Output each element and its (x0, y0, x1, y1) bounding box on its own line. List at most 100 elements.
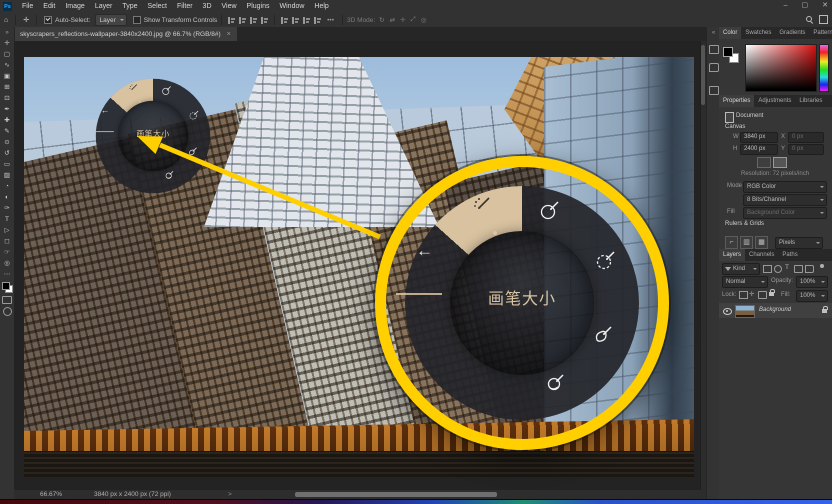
menu-view[interactable]: View (217, 0, 242, 13)
distribute-1-icon[interactable] (281, 17, 288, 24)
opacity-value[interactable]: 100% (796, 276, 828, 288)
hand-tool[interactable]: ☞ (4, 247, 10, 258)
brush-size-icon[interactable] (161, 85, 172, 96)
horizontal-scrollbar-thumb[interactable] (295, 492, 497, 497)
filter-type-layers-icon[interactable]: T (785, 264, 789, 271)
shape-tool[interactable]: ◻ (4, 236, 9, 247)
layer-thumbnail[interactable] (735, 305, 755, 318)
grid-toggle-button[interactable]: ▦ (755, 236, 768, 249)
move-tool-icon[interactable]: ✛ (23, 16, 29, 24)
move-tool[interactable]: ✛ (4, 38, 9, 49)
more-options-icon[interactable]: ••• (327, 17, 334, 24)
marquee-tool[interactable]: ▢ (4, 49, 10, 60)
zoom-tool[interactable]: ◎ (4, 258, 10, 269)
path-selection-tool[interactable]: ▷ (5, 225, 10, 236)
collapse-tools-icon[interactable]: » (5, 30, 8, 36)
dodge-tool[interactable]: ◐ (5, 192, 9, 203)
menu-image[interactable]: Image (60, 0, 89, 13)
show-transform-checkbox[interactable] (133, 16, 141, 24)
brush-tool[interactable]: ✎ (4, 126, 9, 137)
lock-all-icon[interactable] (769, 292, 774, 296)
tab-layers[interactable]: Layers (719, 249, 745, 261)
type-tool[interactable]: T (5, 214, 9, 225)
menu-type[interactable]: Type (117, 0, 142, 13)
3d-mode-icon-1[interactable]: ↻ (379, 16, 384, 24)
auto-select-checkbox[interactable] (44, 16, 52, 24)
back-arrow-icon[interactable]: ← (416, 241, 433, 261)
more-tools-icon[interactable]: ⋯ (4, 269, 11, 280)
lock-pixels-icon[interactable]: ✛ (749, 290, 754, 298)
menu-select[interactable]: Select (143, 0, 172, 13)
filter-smart-objects-icon[interactable] (805, 265, 814, 273)
blur-tool[interactable]: ◔ (5, 181, 9, 192)
close-button[interactable]: ✕ (822, 0, 828, 12)
fill-value[interactable]: 100% (796, 290, 828, 302)
frame-tool[interactable]: ⊡ (4, 93, 9, 104)
brush-size-icon[interactable] (539, 199, 561, 221)
brush-sparkle-icon[interactable] (128, 83, 139, 94)
x-field[interactable]: 0 px (788, 132, 824, 143)
fill-select[interactable]: Background Color (743, 207, 827, 219)
tab-patterns[interactable]: Patterns (809, 27, 832, 39)
tab-channels[interactable]: Channels (745, 249, 778, 261)
history-panel-icon[interactable] (709, 86, 719, 95)
quick-mask-icon[interactable] (2, 296, 12, 304)
canvas-section-header[interactable]: Canvas (725, 124, 745, 130)
brush-hardness-icon[interactable] (189, 110, 200, 121)
menu-file[interactable]: File (17, 0, 38, 13)
brush-opacity-icon[interactable] (164, 169, 175, 180)
color-gradient-field[interactable] (745, 44, 817, 92)
lock-transparency-icon[interactable] (739, 291, 748, 299)
3d-mode-icon-2[interactable]: ⇄ (390, 16, 395, 24)
lasso-tool[interactable]: ∿ (4, 60, 9, 71)
layer-row-background[interactable]: Background (719, 303, 832, 318)
gradient-tool[interactable]: ▨ (4, 170, 10, 181)
vertical-scrollbar-thumb[interactable] (701, 45, 705, 105)
foreground-color-swatch[interactable] (723, 47, 733, 57)
brush-hardness-icon[interactable] (595, 249, 617, 271)
brush-sparkle-icon[interactable] (471, 194, 493, 216)
expand-panels-icon[interactable]: « (712, 30, 715, 36)
eyedropper-tool[interactable]: ✒ (4, 104, 9, 115)
pasteboard[interactable]: 画笔大小 ← (14, 41, 700, 490)
eraser-tool[interactable]: ▭ (4, 159, 10, 170)
brush-flow-icon[interactable] (187, 146, 198, 157)
status-chevron-icon[interactable]: > (228, 491, 232, 498)
menu-layer[interactable]: Layer (90, 0, 118, 13)
document-tab[interactable]: skyscrapers_reflections-wallpaper-3840x2… (14, 27, 237, 41)
align-top-icon[interactable] (261, 17, 268, 24)
menu-plugins[interactable]: Plugins (242, 0, 275, 13)
layer-visibility-icon[interactable] (723, 308, 732, 315)
tab-color[interactable]: Color (719, 27, 741, 39)
screen-mode-icon[interactable] (3, 307, 12, 316)
foreground-color-chip[interactable] (2, 282, 10, 290)
back-arrow-icon[interactable]: ← (101, 106, 109, 116)
tab-paths[interactable]: Paths (778, 249, 801, 261)
radial-menu-small[interactable]: 画笔大小 ← (94, 77, 212, 195)
3d-mode-icon-5[interactable]: ◎ (421, 16, 427, 24)
rulers-grids-section-header[interactable]: Rulers & Grids (725, 221, 764, 227)
filter-toggle-icon[interactable] (820, 264, 824, 268)
brush-opacity-icon[interactable] (544, 371, 566, 393)
menu-window[interactable]: Window (275, 0, 310, 13)
minimize-button[interactable]: – (784, 0, 788, 12)
width-field[interactable]: 3840 px (740, 132, 778, 143)
layer-filter-select[interactable]: Kind (722, 263, 760, 275)
healing-brush-tool[interactable]: ✚ (4, 115, 9, 126)
tab-swatches[interactable]: Swatches (741, 27, 775, 39)
3d-mode-icon-4[interactable]: ⤢ (411, 16, 416, 24)
filter-shape-layers-icon[interactable] (794, 265, 803, 273)
brush-flow-icon[interactable] (592, 324, 614, 346)
mode-select[interactable]: RGB Color (743, 181, 827, 193)
tab-properties[interactable]: Properties (719, 95, 754, 107)
tab-libraries[interactable]: Libraries (795, 95, 826, 107)
layer-name[interactable]: Background (759, 307, 791, 313)
landscape-orientation-button[interactable] (773, 157, 787, 168)
hue-slider[interactable] (819, 44, 829, 92)
y-field[interactable]: 0 px (788, 144, 824, 155)
rulers-toggle-button[interactable]: ⌐ (725, 236, 738, 249)
color-chips[interactable] (2, 282, 13, 293)
3d-mode-icon-3[interactable]: ✛ (400, 16, 405, 24)
zoom-level[interactable]: 66.67% (40, 491, 62, 498)
history-brush-tool[interactable]: ↺ (4, 148, 9, 159)
